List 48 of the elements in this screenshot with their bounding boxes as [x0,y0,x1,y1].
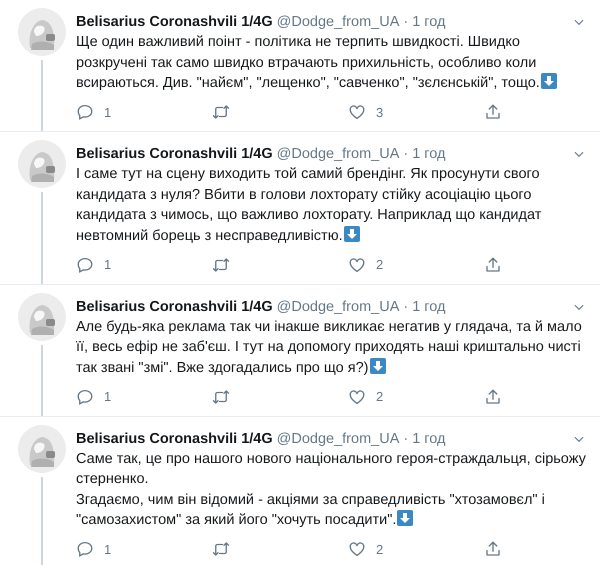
author-name[interactable]: Belisarius Coronashvili 1/4G [76,428,273,448]
reply-icon[interactable] [76,103,94,122]
heart-icon[interactable] [348,256,366,274]
author-name[interactable]: Belisarius Coronashvili 1/4G [76,296,273,316]
tweet-text: Ще один важливий поінт - політика не терпить швидкості. Швидко розкручені так само швидко втрачають прихильність, особливо коли всираються. Див. "найєм", "лещенко", "савченко", "зєлєнській", тощо. [76,32,586,94]
tweet-time[interactable]: 1 год [412,144,446,164]
retweet-icon[interactable] [212,388,230,406]
like-count: 2 [376,540,384,558]
avatar-icon[interactable] [18,8,66,56]
avatar-icon[interactable] [18,140,66,188]
tweet-text: Але будь-яка реклама так чи інакше викликає негатив у глядача, та й мало її, весь ефір не заб'єш. І тут на допомогу приходять наші криштально чисті так звані "змі". Вже здогадались про що я?) [76,318,583,378]
reply-count: 1 [104,540,112,558]
reply-icon[interactable] [76,388,94,406]
author-name[interactable]: Belisarius Coronashvili 1/4G [76,144,273,164]
like-count: 3 [376,104,384,122]
heart-icon[interactable] [348,103,366,122]
author-name[interactable]: Belisarius Coronashvili 1/4G [76,12,273,32]
separator-dot: · [403,298,408,316]
tweet-time[interactable]: 1 год [412,296,446,316]
tweet-text: Саме так, це про нашого нового національного героя-страждальця, сірьожу стерненко. Згадаємо, чим він відомий - акціями за справедливість "хтозамовєл" і "самозахистом" за який його "хочуть посадити". [76,450,586,530]
separator-dot: · [403,13,408,32]
reply-count: 1 [104,388,112,406]
tweet-time[interactable]: 1 год [412,12,446,32]
like-count: 2 [376,388,384,406]
like-count: 2 [376,256,384,274]
heart-icon[interactable] [348,388,366,406]
retweet-icon[interactable] [212,103,230,122]
share-icon[interactable] [484,388,502,406]
author-handle[interactable]: @Dodge_from_UA [276,296,400,316]
author-handle[interactable]: @Dodge_from_UA [276,12,400,32]
author-handle[interactable]: @Dodge_from_UA [276,144,400,164]
reply-count: 1 [104,104,112,122]
separator-dot: · [403,145,408,164]
share-icon[interactable] [484,103,502,122]
share-icon[interactable] [484,540,502,558]
share-icon[interactable] [484,256,502,274]
reply-icon[interactable] [76,256,94,274]
reply-icon[interactable] [76,540,94,558]
retweet-icon[interactable] [212,256,230,274]
avatar-icon[interactable] [18,292,66,340]
separator-dot: · [403,430,408,448]
avatar-icon[interactable] [18,424,66,472]
tweet-text: І саме тут на сцену виходить той самий брендінг. Як просунути свого кандидата з нуля? Вбити в голови лохторату стійку асоціацію цього кандидата з чимось, що важливо лохторату. Наприклад що кандидат невтомний борець з несправедливістю. [76,165,542,246]
author-handle[interactable]: @Dodge_from_UA [276,428,400,448]
retweet-icon[interactable] [212,540,230,558]
tweet-time[interactable]: 1 год [412,428,446,448]
reply-count: 1 [104,256,112,274]
heart-icon[interactable] [348,540,366,558]
